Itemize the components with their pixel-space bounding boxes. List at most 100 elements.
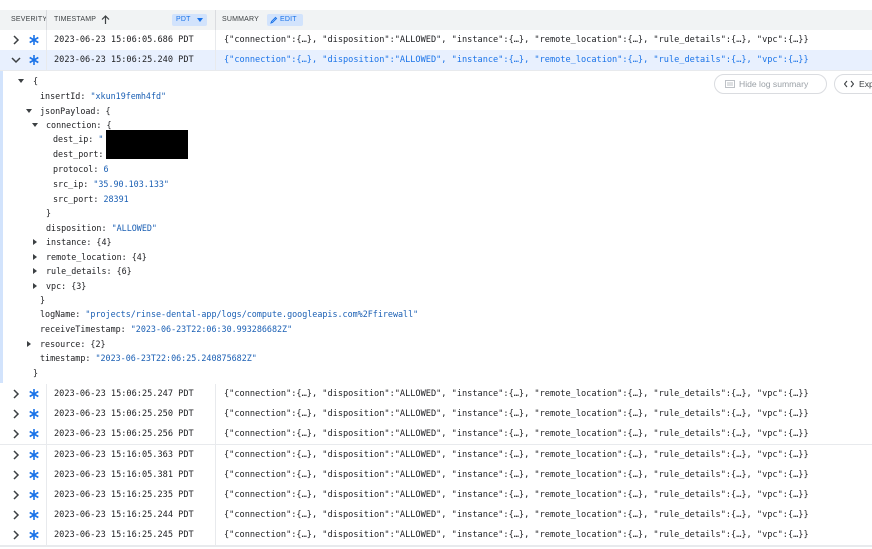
expand-nested-label: Exp [859, 79, 872, 89]
hide-log-summary-button[interactable]: Hide log summary [714, 74, 827, 94]
json-value: "xkun19femh4fd" [90, 91, 167, 101]
log-timestamp: 2023-06-23 15:06:05.686 PDT [54, 35, 194, 45]
info-icon [29, 490, 39, 500]
json-line-instance: instance: {4} [46, 237, 112, 247]
log-row[interactable]: 2023-06-23 15:16:05.363 PDT {"connection"… [0, 445, 872, 466]
log-row[interactable]: 2023-06-23 15:06:25.247 PDT {"connection"… [0, 384, 872, 405]
json-line-dest-port: dest_port: [53, 149, 104, 159]
edit-label: EDIT [280, 16, 297, 23]
collapse-caret-icon[interactable] [31, 121, 39, 129]
json-key: protocol: [53, 164, 99, 174]
chevron-right-icon[interactable] [10, 388, 22, 400]
column-divider [215, 525, 216, 545]
expand-caret-icon[interactable] [31, 282, 39, 290]
log-timestamp: 2023-06-23 15:06:25.247 PDT [54, 389, 194, 399]
column-divider [215, 505, 216, 525]
log-row[interactable]: 2023-06-23 15:16:25.235 PDT {"connection"… [0, 485, 872, 506]
expand-nested-button[interactable]: Exp [834, 74, 872, 94]
chevron-right-icon[interactable] [10, 428, 22, 440]
log-row[interactable]: 2023-06-23 15:16:25.244 PDT {"connection"… [0, 505, 872, 526]
timezone-selector[interactable]: PDT [172, 14, 207, 26]
column-divider [215, 30, 216, 50]
json-key: disposition: [46, 223, 107, 233]
summary-column-header[interactable]: SUMMARY [222, 10, 259, 30]
severity-column-header[interactable]: SEVERITY [11, 10, 47, 30]
log-summary: {"connection":{…}, "disposition":"ALLOWE… [224, 510, 809, 520]
dropdown-arrow-icon [197, 18, 203, 22]
chevron-right-icon[interactable] [10, 489, 22, 501]
expand-caret-icon[interactable] [31, 253, 39, 261]
json-value: "35.90.103.133" [93, 179, 169, 189]
log-timestamp: 2023-06-23 15:16:25.245 PDT [54, 530, 194, 540]
chevron-right-icon[interactable] [10, 529, 22, 541]
log-summary: {"connection":{…}, "disposition":"ALLOWE… [224, 450, 809, 460]
json-value: "2023-06-23T22:06:25.240875682Z" [95, 353, 257, 363]
log-summary: {"connection":{…}, "disposition":"ALLOWE… [224, 35, 809, 45]
chevron-right-icon[interactable] [10, 408, 22, 420]
chevron-right-icon[interactable] [10, 469, 22, 481]
json-line-vpc: vpc: {3} [46, 281, 87, 291]
json-line-src-port: src_port: 28391 [53, 192, 129, 206]
column-divider [215, 384, 216, 404]
json-line-connection: connection: { [46, 120, 112, 130]
json-key: src_port: [53, 194, 99, 204]
column-divider [215, 10, 216, 30]
column-divider [46, 465, 47, 485]
chevron-right-icon[interactable] [10, 449, 22, 461]
chevron-right-icon[interactable] [10, 34, 22, 46]
column-divider [215, 50, 216, 70]
timestamp-column-header[interactable]: TIMESTAMP [54, 10, 96, 30]
json-line-resource: resource: {2} [40, 339, 106, 349]
log-row[interactable]: 2023-06-23 15:06:25.250 PDT {"connection"… [0, 404, 872, 425]
log-row[interactable]: 2023-06-23 15:06:05.686 PDT {"connection… [0, 30, 872, 51]
hide-log-summary-label: Hide log summary [739, 79, 809, 89]
log-timestamp: 2023-06-23 15:16:05.381 PDT [54, 470, 194, 480]
table-header: SEVERITY TIMESTAMP PDT SUMMARY EDIT [0, 10, 872, 31]
json-line-insertId: insertId: "xkun19femh4fd" [40, 89, 166, 103]
log-timestamp: 2023-06-23 15:16:25.244 PDT [54, 510, 194, 520]
column-divider [215, 465, 216, 485]
info-icon [29, 35, 39, 45]
json-line-src-ip: src_ip: "35.90.103.133" [53, 177, 169, 191]
column-divider [46, 30, 47, 50]
log-row[interactable]: 2023-06-23 15:16:05.381 PDT {"connection"… [0, 465, 872, 486]
json-value: "2023-06-23T22:06:30.993286682Z" [130, 324, 293, 334]
json-close-brace: } [33, 368, 39, 378]
sort-arrow-up-icon[interactable] [101, 15, 110, 25]
info-icon [29, 55, 39, 65]
chevron-down-icon[interactable] [10, 54, 22, 66]
log-row[interactable]: 2023-06-23 15:16:25.245 PDT {"connection"… [0, 525, 872, 546]
column-divider [46, 525, 47, 545]
chevron-right-icon[interactable] [10, 509, 22, 521]
log-row-expanded[interactable]: 2023-06-23 15:06:25.240 PDT {"connection… [0, 50, 872, 71]
expand-caret-icon[interactable] [25, 340, 33, 348]
log-timestamp: 2023-06-23 15:06:25.256 PDT [54, 429, 194, 439]
info-icon [29, 389, 39, 399]
json-value: 28391 [103, 194, 129, 204]
collapse-caret-icon[interactable] [17, 77, 25, 85]
json-line-protocol: protocol: 6 [53, 162, 108, 176]
json-value: " [98, 134, 104, 144]
json-line-remote-location: remote_location: {4} [46, 252, 147, 262]
json-close-brace: } [46, 208, 52, 218]
log-summary: {"connection":{…}, "disposition":"ALLOWE… [224, 429, 809, 439]
expand-icon [844, 80, 854, 88]
log-summary: {"connection":{…}, "disposition":"ALLOWE… [224, 530, 809, 540]
collapse-caret-icon[interactable] [25, 107, 33, 115]
log-row[interactable]: 2023-06-23 15:06:25.256 PDT {"connection"… [0, 424, 872, 445]
column-divider [215, 404, 216, 424]
column-divider [46, 505, 47, 525]
log-summary: {"connection":{…}, "disposition":"ALLOWE… [224, 490, 809, 500]
column-divider [46, 404, 47, 424]
edit-summary-button[interactable]: EDIT [267, 14, 303, 26]
column-divider [46, 384, 47, 404]
json-key: logName: [40, 309, 81, 319]
json-line-rule-details: rule_details: {6} [46, 266, 132, 276]
column-divider [46, 10, 47, 30]
json-close-brace: } [40, 295, 46, 305]
expand-caret-icon[interactable] [31, 238, 39, 246]
column-divider [46, 485, 47, 505]
json-line-receiveTimestamp: receiveTimestamp: "2023-06-23T22:06:30.9… [40, 322, 292, 336]
json-key: insertId: [40, 91, 86, 101]
expand-caret-icon[interactable] [31, 267, 39, 275]
